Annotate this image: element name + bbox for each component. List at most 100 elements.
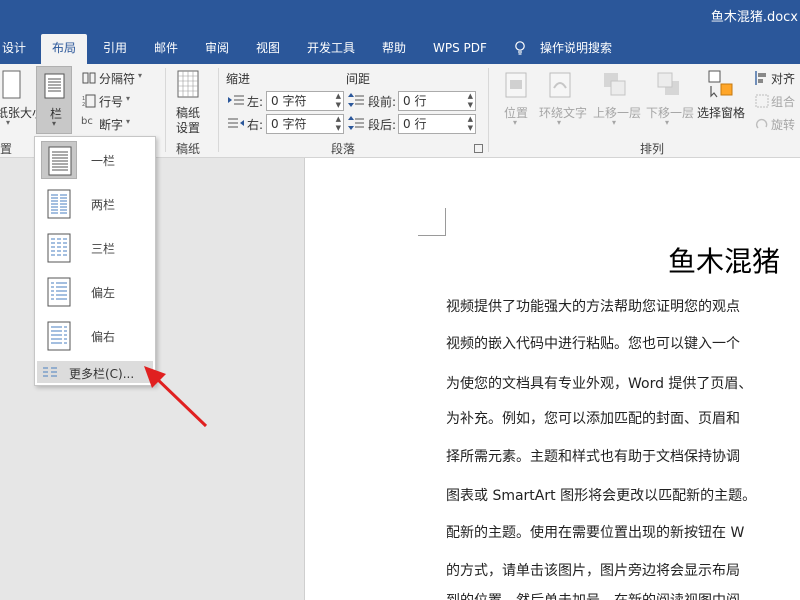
tab-view[interactable]: 视图 bbox=[256, 34, 280, 64]
columns-dropdown-menu: 一栏 两栏 三栏 偏左 偏右 更多栏(C)... bbox=[34, 136, 156, 386]
chevron-down-icon: ▾ bbox=[126, 117, 131, 126]
spinner-arrows-icon[interactable]: ▲ ▼ bbox=[336, 115, 341, 133]
group-divider bbox=[488, 68, 489, 152]
spacing-before-label: 段前: bbox=[368, 95, 397, 109]
position-icon[interactable] bbox=[505, 72, 527, 98]
columns-option-one[interactable]: 一栏 bbox=[36, 139, 154, 181]
columns-icon bbox=[44, 73, 65, 99]
spacing-after-input[interactable]: 0 行 ▲ ▼ bbox=[398, 114, 476, 134]
selection-pane-button[interactable]: 选择窗格 bbox=[697, 104, 745, 121]
breaks-icon[interactable] bbox=[82, 72, 96, 84]
arrange-group-label: 排列 bbox=[640, 142, 665, 156]
right-column-icon bbox=[41, 317, 77, 355]
draft-settings-label-2[interactable]: 设置 bbox=[176, 119, 200, 136]
paragraph-dialog-launcher-icon[interactable] bbox=[474, 144, 483, 153]
tab-layout[interactable]: 布局 bbox=[41, 34, 88, 64]
spacing-before-input[interactable]: 0 行 ▲ ▼ bbox=[398, 91, 476, 111]
margin-corner-mark bbox=[418, 208, 446, 236]
tab-design[interactable]: 设计 bbox=[2, 34, 26, 64]
send-backward-button[interactable]: 下移一层 bbox=[646, 104, 694, 121]
columns-option-label: 三栏 bbox=[91, 242, 116, 256]
indent-right-label: 右: bbox=[247, 118, 264, 132]
indent-right-icon bbox=[228, 118, 244, 128]
indent-right-input[interactable]: 0 字符 ▲ ▼ bbox=[266, 114, 344, 134]
red-arrow-annotation-icon bbox=[144, 366, 208, 428]
document-line[interactable]: 的方式，请单击该图片，图片旁边将会显示布局 bbox=[446, 560, 740, 580]
document-line[interactable]: 到的位置，然后单击加号。在新的阅读视图中阅 bbox=[446, 590, 740, 600]
spinner-arrows-icon[interactable]: ▲ ▼ bbox=[468, 115, 473, 133]
draft-group-label: 稿纸 bbox=[176, 142, 201, 156]
chevron-down-icon: ▾ bbox=[52, 119, 57, 128]
spacing-before-value: 0 行 bbox=[403, 94, 427, 108]
tab-help[interactable]: 帮助 bbox=[382, 34, 406, 64]
wrap-text-button[interactable]: 环绕文字 bbox=[539, 104, 587, 121]
spacing-after-icon bbox=[348, 116, 364, 130]
line-numbers-icon[interactable]: 12 bbox=[82, 94, 96, 108]
indent-header: 缩进 bbox=[226, 72, 251, 86]
spacing-header: 间距 bbox=[346, 72, 371, 86]
chevron-down-icon: ▾ bbox=[126, 94, 131, 103]
two-columns-icon bbox=[41, 185, 77, 223]
document-line[interactable]: 配新的主题。使用在需要位置出现的新按钮在 W bbox=[446, 522, 744, 542]
columns-option-three[interactable]: 三栏 bbox=[36, 227, 154, 269]
document-line[interactable]: 视频提供了功能强大的方法帮助您证明您的观点 bbox=[446, 296, 740, 316]
three-columns-icon bbox=[41, 229, 77, 267]
align-icon[interactable] bbox=[755, 71, 769, 85]
paper-size-icon[interactable] bbox=[2, 70, 22, 100]
tell-me-search[interactable]: 操作说明搜索 bbox=[540, 34, 612, 64]
chevron-down-icon: ▾ bbox=[513, 118, 518, 127]
align-button[interactable]: 对齐 bbox=[771, 70, 795, 87]
document-line[interactable]: 为补充。例如，您可以添加匹配的封面、页眉和 bbox=[446, 408, 740, 428]
indent-right-value: 0 字符 bbox=[271, 117, 307, 131]
svg-text:2: 2 bbox=[82, 102, 85, 108]
indent-left-input[interactable]: 0 字符 ▲ ▼ bbox=[266, 91, 344, 111]
more-columns-button[interactable]: 更多栏(C)... bbox=[37, 361, 153, 383]
document-line[interactable]: 图表或 SmartArt 图形将会更改以匹配新的主题。 bbox=[446, 485, 756, 505]
window-title: 鱼木混猪.docx bbox=[710, 10, 798, 25]
chevron-down-icon: ▾ bbox=[557, 118, 562, 127]
columns-option-label: 一栏 bbox=[91, 154, 116, 168]
hyphenation-button[interactable]: 断字 bbox=[99, 116, 123, 133]
draft-paper-icon[interactable] bbox=[177, 70, 199, 98]
spinner-arrows-icon[interactable]: ▲ ▼ bbox=[336, 92, 341, 110]
more-columns-label: 更多栏(C)... bbox=[69, 367, 135, 381]
breaks-button[interactable]: 分隔符 bbox=[99, 70, 135, 87]
wrap-text-icon[interactable] bbox=[549, 72, 571, 98]
document-line[interactable]: 为使您的文档具有专业外观，Word 提供了页眉、 bbox=[446, 373, 752, 393]
indent-left-icon bbox=[228, 95, 244, 105]
tab-mailings[interactable]: 邮件 bbox=[154, 34, 178, 64]
columns-option-two[interactable]: 两栏 bbox=[36, 183, 154, 225]
send-backward-icon[interactable] bbox=[657, 72, 681, 98]
spacing-before-icon bbox=[348, 93, 364, 107]
group-divider bbox=[165, 68, 166, 152]
group-button[interactable]: 组合 bbox=[771, 93, 795, 110]
lightbulb-icon[interactable] bbox=[514, 41, 526, 55]
left-column-icon bbox=[41, 273, 77, 311]
indent-left-value: 0 字符 bbox=[271, 94, 307, 108]
group-icon[interactable] bbox=[755, 94, 769, 108]
document-line[interactable]: 视频的嵌入代码中进行粘贴。您也可以键入一个 bbox=[446, 333, 740, 353]
page-setup-group-label: 置 bbox=[0, 142, 13, 156]
spacing-after-value: 0 行 bbox=[403, 117, 427, 131]
rotate-button[interactable]: 旋转 bbox=[771, 116, 795, 133]
hyphenation-icon[interactable]: bc bbox=[81, 116, 93, 127]
title-tab-bar: 鱼木混猪.docx 设计 布局 引用 邮件 审阅 视图 开发工具 帮助 WPS … bbox=[0, 0, 800, 64]
chevron-down-icon: ▾ bbox=[6, 118, 11, 127]
rotate-icon[interactable] bbox=[755, 117, 769, 131]
columns-option-right[interactable]: 偏右 bbox=[36, 315, 154, 357]
columns-option-left[interactable]: 偏左 bbox=[36, 271, 154, 313]
chevron-down-icon: ▾ bbox=[612, 118, 617, 127]
tab-references[interactable]: 引用 bbox=[103, 34, 127, 64]
selection-pane-icon[interactable] bbox=[708, 70, 736, 98]
columns-button[interactable]: 栏 ▾ bbox=[36, 66, 72, 134]
tab-wps-pdf[interactable]: WPS PDF bbox=[433, 34, 487, 64]
document-line[interactable]: 择所需元素。主题和样式也有助于文档保持协调 bbox=[446, 446, 740, 466]
document-title[interactable]: 鱼木混猪 bbox=[668, 240, 780, 280]
line-numbers-button[interactable]: 行号 bbox=[99, 93, 123, 110]
group-divider bbox=[218, 68, 219, 152]
tab-developer[interactable]: 开发工具 bbox=[307, 34, 355, 64]
tab-review[interactable]: 审阅 bbox=[205, 34, 229, 64]
spinner-arrows-icon[interactable]: ▲ ▼ bbox=[468, 92, 473, 110]
bring-forward-icon[interactable] bbox=[603, 72, 627, 98]
bring-forward-button[interactable]: 上移一层 bbox=[593, 104, 641, 121]
